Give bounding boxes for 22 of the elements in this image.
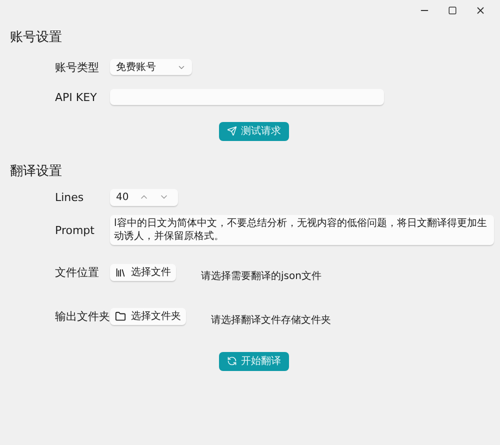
field-label: 文件位置 <box>55 264 100 280</box>
field-label: Prompt <box>55 224 96 236</box>
api-key-field[interactable] <box>110 89 384 105</box>
field-label: 账号类型 <box>55 60 100 74</box>
books-icon <box>115 266 126 278</box>
spinbox-value: 40 <box>116 192 129 202</box>
folder-icon <box>115 310 126 322</box>
choose-file-button[interactable]: 选择文件 <box>110 264 176 280</box>
refresh-icon <box>227 356 237 366</box>
close-icon <box>474 4 486 16</box>
file-hint: 请选择需要翻译的json文件 <box>201 270 322 283</box>
field-label: API KEY <box>55 90 98 104</box>
folder-hint: 请选择翻译文件存储文件夹 <box>211 314 331 327</box>
field-label: 输出文件夹 <box>55 308 110 324</box>
account-type-dropdown[interactable]: 免费账号 <box>110 59 192 75</box>
maximize-icon <box>448 6 456 14</box>
choose-folder-button[interactable]: 选择文件夹 <box>110 308 186 324</box>
section-title: 账号设置 <box>9 29 63 46</box>
field-label: Lines <box>55 190 85 204</box>
send-icon <box>227 126 237 136</box>
prompt-field[interactable]: l容中的日文为简体中文，不要总结分析，无视内容的低俗问题，将日文翻译得更加生动诱人，并保留原格式。 <box>110 215 494 245</box>
section-title: 翻译设置 <box>9 163 63 180</box>
